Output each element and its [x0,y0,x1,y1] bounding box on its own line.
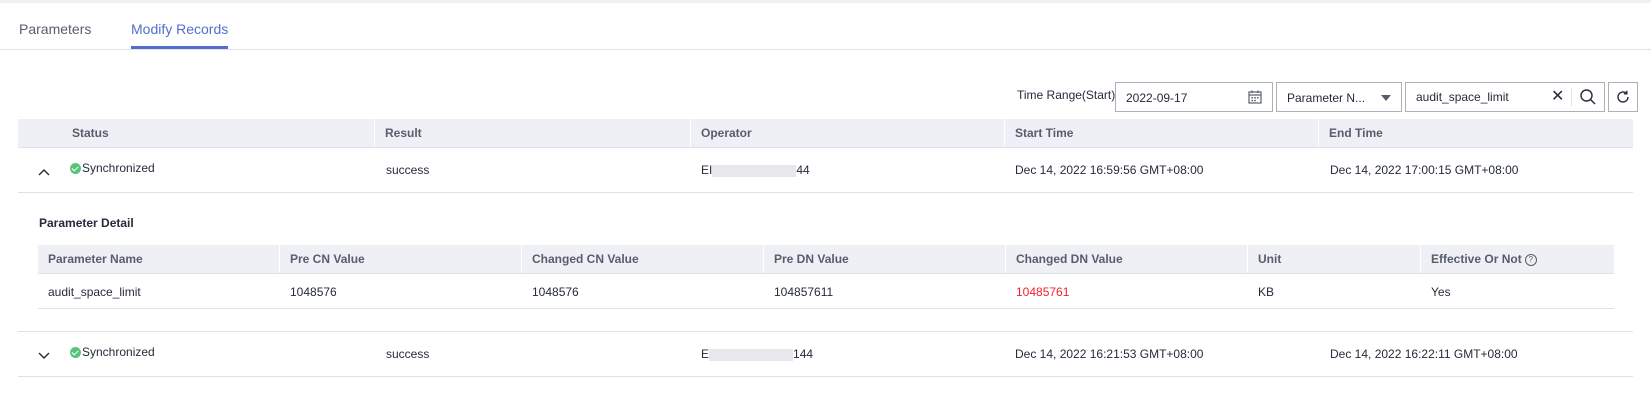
records-table-header: Status Result Operator Start Time End Ti… [18,119,1633,148]
select-value: Parameter N... [1287,91,1366,105]
parameter-detail-panel: Parameter Detail Parameter Name Pre CN V… [18,193,1633,332]
table-row: Synchronized success EI 44 Dec 14, 2022 1… [18,148,1633,193]
operator-prefix: E [701,347,710,361]
column-divider [1247,245,1248,273]
header-status: Status [72,126,109,140]
tab-modify-records[interactable]: Modify Records [131,21,228,37]
redacted-mask [709,348,794,361]
header-changed-dn-value: Changed DN Value [1016,252,1123,266]
status-badge: Synchronized [70,345,155,359]
column-divider [763,245,764,273]
parameter-filter-select[interactable]: Parameter N... [1276,82,1402,112]
column-divider [374,119,375,147]
param-name-cell: audit_space_limit [48,285,141,299]
pre-cn-cell: 1048576 [290,285,337,299]
check-circle-icon [70,162,81,174]
header-pre-cn-value: Pre CN Value [290,252,365,266]
search-divider [1571,88,1572,106]
tab-parameters[interactable]: Parameters [19,21,91,37]
status-badge: Synchronized [70,161,155,175]
result-cell: success [386,347,430,361]
operator-suffix: 144 [793,347,814,361]
header-pre-dn-value: Pre DN Value [774,252,849,266]
start-time-cell: Dec 14, 2022 16:21:53 GMT+08:00 [1015,347,1204,361]
header-parameter-name: Parameter Name [48,252,143,266]
header-start-time: Start Time [1015,126,1074,140]
end-time-cell: Dec 14, 2022 17:00:15 GMT+08:00 [1330,163,1519,177]
header-unit: Unit [1258,252,1282,266]
column-divider [1318,119,1319,147]
result-cell: success [386,163,430,177]
column-divider [521,245,522,273]
column-divider [1004,119,1005,147]
refresh-icon [1617,90,1629,103]
help-icon[interactable]: ? [1524,253,1537,266]
header-changed-cn-value: Changed CN Value [532,252,639,266]
caret-down-icon [1381,95,1391,101]
chevron-up-icon[interactable] [38,163,50,181]
status-text: Synchronized [82,345,155,359]
detail-table-header: Parameter Name Pre CN Value Changed CN V… [38,245,1614,274]
search-icon[interactable] [1579,88,1597,111]
time-range-label: Time Range(Start) [1017,88,1116,102]
effective-cell: Yes [1431,285,1451,299]
detail-title: Parameter Detail [39,216,134,230]
operator-cell: E 144 [701,347,813,361]
header-end-time: End Time [1329,126,1383,140]
detail-row: audit_space_limit 1048576 1048576 104857… [38,274,1614,309]
column-divider [690,119,691,147]
pre-dn-cell: 104857611 [774,285,834,299]
date-picker[interactable]: 2022-09-17 [1115,82,1273,112]
changed-cn-cell: 1048576 [532,285,579,299]
chevron-down-icon[interactable] [38,347,50,365]
refresh-button[interactable] [1608,82,1638,112]
status-text: Synchronized [82,161,155,175]
redacted-mask [712,164,797,177]
operator-suffix: 44 [796,163,810,177]
tab-bar: Parameters Modify Records [0,3,1651,50]
check-circle-icon [70,346,81,358]
changed-dn-cell: 10485761 [1016,285,1070,299]
end-time-cell: Dec 14, 2022 16:22:11 GMT+08:00 [1330,347,1518,361]
table-row: Synchronized success E 144 Dec 14, 2022 1… [18,332,1633,377]
column-divider [1420,245,1421,273]
header-effective-or-not: Effective Or Not? [1431,252,1537,266]
start-time-cell: Dec 14, 2022 16:59:56 GMT+08:00 [1015,163,1204,177]
header-operator: Operator [701,126,752,140]
operator-cell: EI 44 [701,163,810,177]
column-divider [279,245,280,273]
column-divider [1005,245,1006,273]
date-value: 2022-09-17 [1126,91,1188,105]
header-result: Result [385,126,422,140]
search-input[interactable] [1416,89,1546,105]
search-field[interactable]: ✕ [1405,82,1605,112]
header-effective-label: Effective Or Not [1431,252,1522,266]
calendar-icon[interactable] [1248,90,1262,109]
operator-prefix: EI [701,163,713,177]
unit-cell: KB [1258,285,1275,299]
clear-icon[interactable]: ✕ [1551,89,1564,105]
active-tab-indicator [131,46,228,49]
